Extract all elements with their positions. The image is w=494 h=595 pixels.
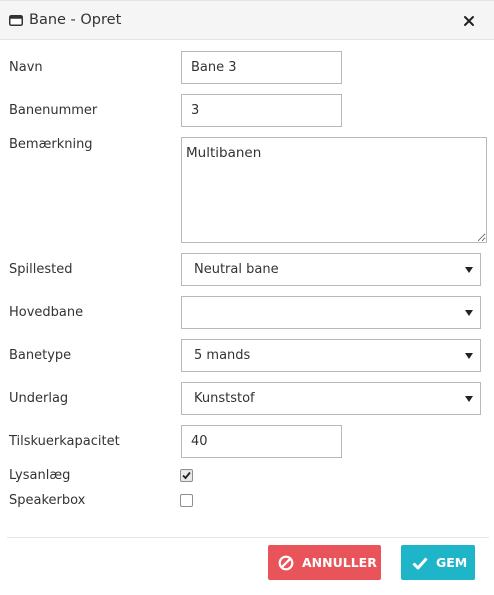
banetype-select[interactable]: 5 mands bbox=[181, 339, 481, 372]
hovedbane-select[interactable] bbox=[181, 296, 481, 329]
hovedbane-label: Hovedbane bbox=[9, 305, 84, 320]
underlag-select[interactable]: Kunststof bbox=[181, 382, 481, 415]
lysanlaeg-label: Lysanlæg bbox=[9, 468, 71, 483]
ban-icon bbox=[278, 555, 294, 571]
tilskuerkapacitet-label: Tilskuerkapacitet bbox=[9, 434, 120, 449]
lysanlaeg-checkbox[interactable] bbox=[180, 469, 193, 482]
spillested-selected-value: Neutral bane bbox=[194, 262, 279, 277]
speakerbox-checkbox[interactable] bbox=[180, 494, 193, 507]
navn-label: Navn bbox=[9, 60, 43, 75]
footer-divider bbox=[7, 537, 489, 538]
banetype-selected-value: 5 mands bbox=[194, 348, 251, 363]
navn-input[interactable] bbox=[181, 51, 342, 84]
caret-down-icon bbox=[465, 353, 473, 359]
bemaerkning-label: Bemærkning bbox=[9, 137, 93, 152]
dialog-title: Bane - Opret bbox=[29, 12, 122, 28]
underlag-label: Underlag bbox=[9, 391, 69, 406]
banenummer-input[interactable] bbox=[181, 94, 342, 127]
close-icon[interactable] bbox=[461, 13, 477, 29]
spillested-select[interactable]: Neutral bane bbox=[181, 253, 481, 286]
dialog-header: Bane - Opret bbox=[0, 0, 494, 40]
save-button[interactable]: GEM bbox=[401, 545, 475, 580]
caret-down-icon bbox=[465, 310, 473, 316]
caret-down-icon bbox=[465, 396, 473, 402]
tilskuerkapacitet-input[interactable] bbox=[181, 425, 342, 458]
speakerbox-label: Speakerbox bbox=[9, 493, 86, 508]
banetype-label: Banetype bbox=[9, 348, 72, 363]
spillested-label: Spillested bbox=[9, 262, 73, 277]
window-icon bbox=[9, 15, 23, 26]
banenummer-label: Banenummer bbox=[9, 103, 98, 118]
create-court-dialog: Bane - Opret Navn Banenummer Bemærkning … bbox=[0, 0, 494, 595]
underlag-selected-value: Kunststof bbox=[194, 391, 255, 406]
checkmark-icon bbox=[182, 471, 191, 480]
cancel-button-label: ANNULLER bbox=[302, 555, 377, 570]
cancel-button[interactable]: ANNULLER bbox=[268, 545, 381, 580]
bemaerkning-textarea[interactable]: Multibanen bbox=[181, 137, 487, 243]
check-icon bbox=[412, 555, 428, 571]
caret-down-icon bbox=[465, 267, 473, 273]
save-button-label: GEM bbox=[436, 555, 468, 570]
